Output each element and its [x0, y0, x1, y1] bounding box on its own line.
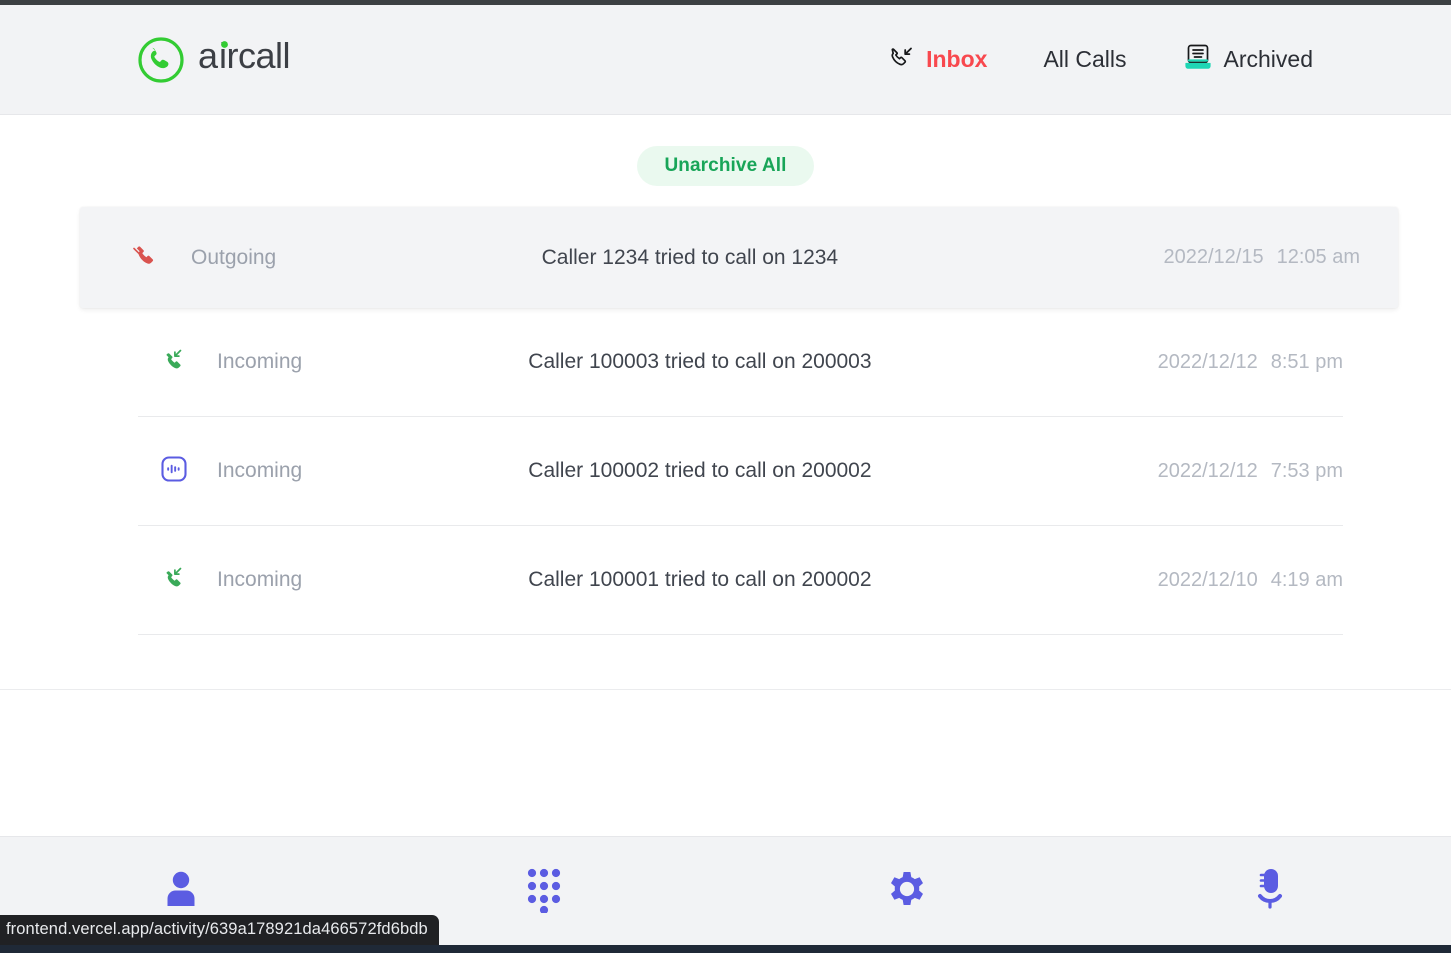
phone-incoming-icon	[887, 43, 915, 76]
bottom-nav-settings[interactable]	[726, 837, 1089, 945]
main-content: Unarchive All Outgoing Caller 1234 tried…	[0, 115, 1451, 836]
aircall-app: a ircall Inbox All Calls Archived Unarch…	[0, 5, 1451, 945]
brand-wordmark: a ircall	[198, 35, 318, 85]
call-time-of-day: 7:53 pm	[1270, 459, 1343, 482]
nav-label-archived: Archived	[1223, 46, 1313, 72]
brand-logo[interactable]: a ircall	[136, 35, 318, 85]
call-description: Caller 100002 tried to call on 200002	[528, 459, 872, 482]
call-icon-cell	[144, 345, 204, 380]
call-description: Caller 1234 tried to call on 1234	[541, 245, 839, 269]
microphone-icon	[1253, 865, 1287, 918]
call-list: Outgoing Caller 1234 tried to call on 12…	[0, 207, 1451, 690]
nav-item-inbox[interactable]: Inbox	[859, 37, 1015, 82]
call-timestamp: 2022/12/12 8:51 pm	[1158, 351, 1343, 374]
browser-status-bar-url: frontend.vercel.app/activity/639a178921d…	[0, 915, 439, 945]
nav-item-archived[interactable]: Archived	[1155, 37, 1341, 82]
call-timestamp: 2022/12/15 12:05 am	[1164, 246, 1361, 269]
table-row[interactable]: Incoming Caller 100003 tried to call on …	[138, 308, 1343, 417]
call-date: 2022/12/12	[1157, 459, 1258, 482]
dialpad-icon	[522, 865, 566, 918]
svg-text:ircall: ircall	[219, 35, 290, 76]
phone-incoming-green-icon	[159, 563, 189, 598]
archive-tray-icon	[1183, 43, 1213, 76]
call-icon-cell	[112, 238, 178, 277]
table-row[interactable]: Incoming Caller 100002 tried to call on …	[138, 417, 1343, 526]
svg-text:a: a	[198, 35, 219, 76]
call-date: 2022/12/12	[1157, 350, 1258, 373]
phone-incoming-green-icon	[159, 345, 189, 380]
aircall-phone-logo-icon	[136, 35, 186, 85]
voicemail-icon	[160, 455, 188, 488]
call-icon-cell	[144, 455, 204, 488]
app-header: a ircall Inbox All Calls Archived	[0, 5, 1451, 115]
call-date: 2022/12/15	[1163, 246, 1264, 268]
call-time-of-day: 8:51 pm	[1270, 350, 1343, 373]
call-card-highlighted[interactable]: Outgoing Caller 1234 tried to call on 12…	[80, 207, 1398, 308]
bottom-nav-voicemail[interactable]	[1088, 837, 1451, 945]
call-description: Caller 100001 tried to call on 200002	[528, 568, 872, 591]
browser-chrome-bottom-edge	[0, 945, 1451, 953]
table-row[interactable]: Outgoing Caller 1234 tried to call on 12…	[80, 207, 1398, 308]
unarchive-all-button[interactable]: Unarchive All	[637, 146, 814, 186]
call-timestamp: 2022/12/10 4:19 am	[1158, 569, 1343, 592]
person-icon	[157, 865, 205, 918]
nav-label-inbox: Inbox	[926, 46, 988, 72]
table-row[interactable]: Incoming Caller 100001 tried to call on …	[138, 526, 1343, 635]
nav-item-all-calls[interactable]: All Calls	[1015, 40, 1154, 79]
call-time-of-day: 12:05 am	[1276, 246, 1360, 268]
gear-icon	[884, 866, 930, 917]
list-bottom-divider	[0, 689, 1451, 690]
call-icon-cell	[144, 563, 204, 598]
call-time-of-day: 4:19 am	[1270, 568, 1343, 591]
unarchive-all-container: Unarchive All	[0, 115, 1451, 186]
nav-label-all-calls: All Calls	[1043, 46, 1127, 72]
call-date: 2022/12/10	[1157, 568, 1258, 591]
main-navigation: Inbox All Calls Archived	[859, 37, 1341, 82]
call-rows: Incoming Caller 100003 tried to call on …	[0, 308, 1451, 635]
call-description: Caller 100003 tried to call on 200003	[528, 350, 872, 373]
phone-missed-outgoing-icon	[128, 238, 162, 277]
call-timestamp: 2022/12/12 7:53 pm	[1158, 460, 1343, 483]
